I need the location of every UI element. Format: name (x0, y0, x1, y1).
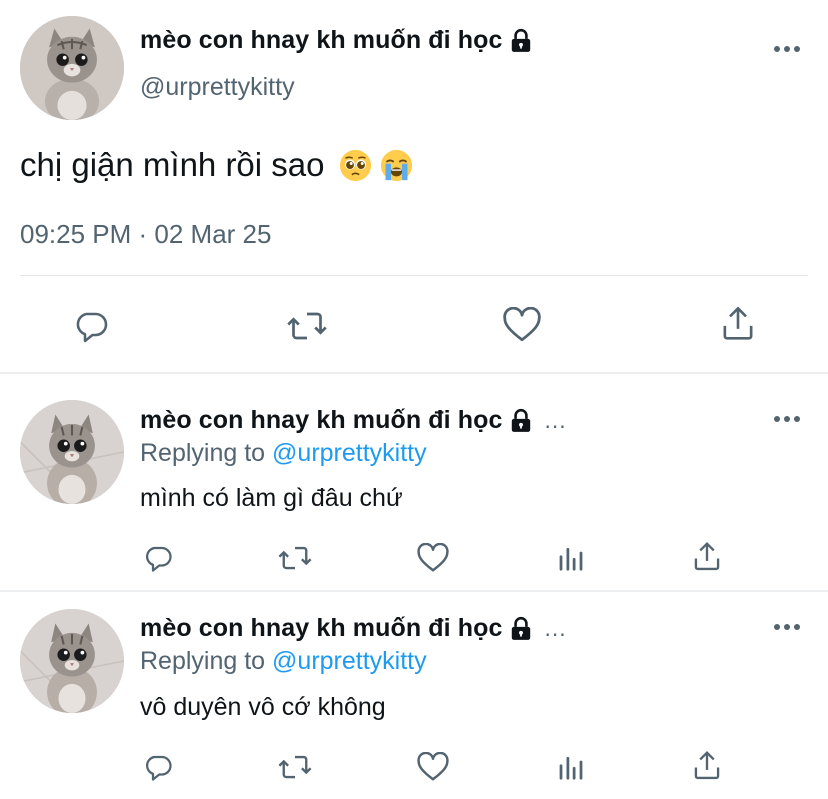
lock-icon (512, 28, 531, 52)
avatar[interactable] (20, 400, 124, 504)
retweet-icon[interactable] (274, 749, 316, 785)
share-icon[interactable] (690, 747, 724, 783)
kitten-avatar-image (20, 609, 124, 713)
loudly-crying-face-emoji (380, 149, 412, 181)
retweet-icon[interactable] (274, 540, 316, 576)
section-divider (0, 590, 828, 592)
truncation-ellipsis: ... (544, 407, 567, 433)
share-icon[interactable] (718, 303, 758, 343)
more-options-icon[interactable] (774, 44, 800, 54)
analytics-icon[interactable] (554, 749, 588, 785)
timestamp[interactable]: 09:25 PM · 02 Mar 25 (20, 219, 271, 250)
author-row: mèo con hnay kh muốn đi học (140, 26, 534, 55)
tweet-text: chị giận mình rồi sao (20, 146, 325, 183)
replying-to-label: Replying to (140, 439, 266, 467)
reply-text: vô duyên vô cớ không (140, 693, 386, 721)
section-divider (0, 372, 828, 374)
avatar[interactable] (20, 16, 124, 120)
reply-icon[interactable] (140, 540, 176, 576)
lock-icon (512, 408, 531, 432)
author-row: mèo con hnay kh muốn đi học ... (140, 614, 567, 643)
tweet-thread: mèo con hnay kh muốn đi học @urprettykit… (0, 0, 828, 799)
like-icon[interactable] (414, 540, 452, 576)
replying-to-label: Replying to (140, 647, 266, 675)
retweet-icon[interactable] (282, 306, 332, 346)
display-name[interactable]: mèo con hnay kh muốn đi học (140, 26, 502, 55)
more-options-icon[interactable] (774, 622, 800, 632)
like-icon[interactable] (500, 305, 544, 345)
like-icon[interactable] (414, 749, 452, 785)
display-name[interactable]: mèo con hnay kh muốn đi học (140, 614, 502, 643)
lock-icon (512, 616, 531, 640)
replying-to-line: Replying to @urprettykitty (140, 439, 427, 468)
handle[interactable]: @urprettykitty (140, 73, 295, 102)
kitten-avatar-image (20, 400, 124, 504)
tweet-body: chị giận mình rồi sao (20, 146, 413, 184)
truncation-ellipsis: ... (544, 615, 567, 641)
divider (20, 275, 808, 276)
share-icon[interactable] (690, 538, 724, 574)
avatar[interactable] (20, 609, 124, 713)
kitten-avatar-image (20, 16, 124, 120)
more-options-icon[interactable] (774, 414, 800, 424)
replying-to-line: Replying to @urprettykitty (140, 647, 427, 676)
author-row: mèo con hnay kh muốn đi học ... (140, 406, 567, 435)
reply-icon[interactable] (70, 306, 112, 346)
reply-text: mình có làm gì đâu chứ (140, 484, 403, 512)
display-name[interactable]: mèo con hnay kh muốn đi học (140, 406, 502, 435)
pleading-face-emoji (339, 149, 371, 181)
mention-link[interactable]: @urprettykitty (272, 439, 427, 467)
reply-icon[interactable] (140, 749, 176, 785)
mention-link[interactable]: @urprettykitty (272, 647, 427, 675)
analytics-icon[interactable] (554, 540, 588, 576)
